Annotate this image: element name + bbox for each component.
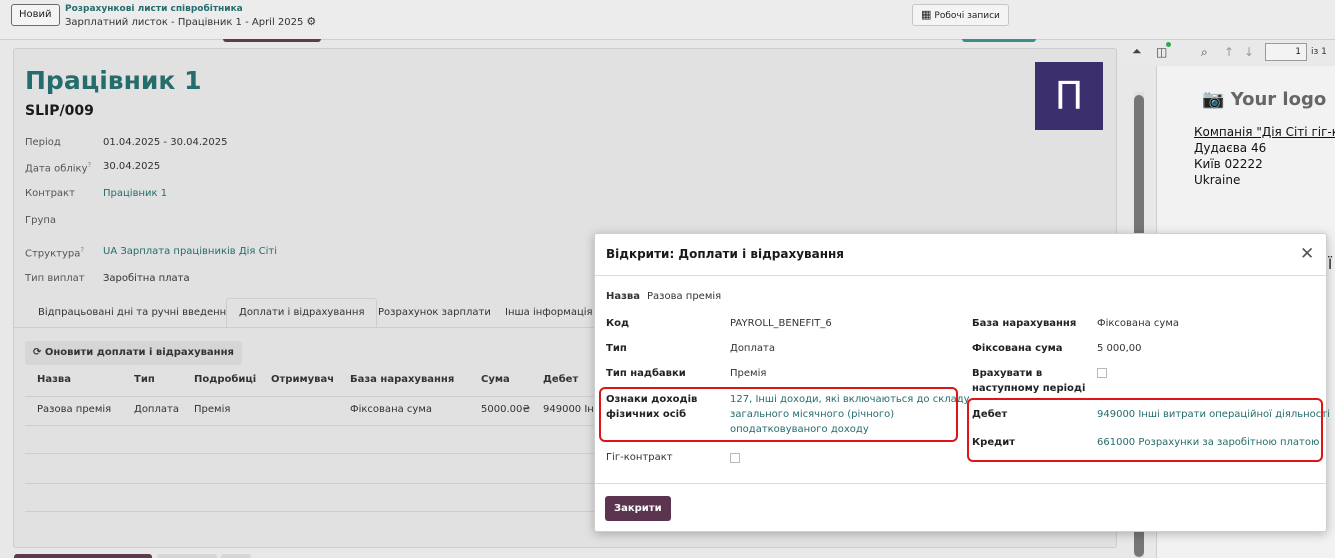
work-entries-label: Робочі записи — [934, 11, 1000, 21]
contract-link[interactable]: Працівник 1 — [103, 188, 167, 199]
company-country: Ukraine — [1194, 173, 1241, 187]
tab-worked-days[interactable]: Відпрацьовані дні та ручні введення — [25, 298, 245, 327]
column-header-name[interactable]: Назва — [37, 374, 71, 385]
column-header-base[interactable]: База нарахування — [350, 374, 454, 385]
bottom-secondary-button[interactable] — [157, 554, 217, 558]
company-name: Компанія "Дія Сіті гіг-ко — [1194, 125, 1335, 139]
new-button[interactable]: Новий — [11, 4, 60, 26]
structure-label-text: Структура — [25, 248, 81, 260]
period-value[interactable]: 01.04.2025 - 30.04.2025 — [103, 137, 227, 148]
highlight-income-sign — [599, 387, 958, 442]
gear-icon[interactable]: ⚙ — [306, 15, 316, 28]
highlight-accounts — [967, 398, 1323, 462]
table-cell-details[interactable]: Премія — [194, 404, 230, 415]
bottom-secondary-button-2[interactable] — [221, 554, 251, 558]
next-period-label-line1: Врахувати в — [972, 368, 1043, 379]
fixed-amount-value[interactable]: 5 000,00 — [1097, 341, 1142, 356]
table-cell-type[interactable]: Доплата — [134, 404, 179, 415]
calendar-icon: ▦ — [921, 8, 932, 21]
dialog-header-divider — [595, 275, 1326, 276]
column-header-amount[interactable]: Сума — [481, 374, 510, 385]
column-header-recipient[interactable]: Отримувач — [271, 374, 334, 385]
close-dialog-button[interactable]: Закрити — [605, 496, 671, 521]
gig-contract-label: Гіг-контракт — [606, 452, 673, 463]
help-icon[interactable]: ? — [88, 161, 92, 169]
work-entries-button[interactable]: ▦ Робочі записи — [912, 4, 1009, 26]
accounting-date-label-text: Дата обліку — [25, 163, 88, 175]
search-icon[interactable]: ⌕ — [1201, 45, 1208, 60]
breadcrumb-current: Зарплатний листок - Працівник 1 - April … — [65, 15, 316, 28]
table-cell-name[interactable]: Разова премія — [37, 404, 111, 415]
structure-link[interactable]: UA Зарплата працівників Дія Сіті — [103, 246, 277, 257]
column-header-details[interactable]: Подробиці — [194, 374, 256, 385]
table-cell-amount[interactable]: 5000.00₴ — [481, 404, 530, 415]
accounting-date-label: Дата обліку? — [25, 161, 91, 174]
allowance-type-value[interactable]: Премія — [730, 366, 766, 381]
code-value[interactable]: PAYROLL_BENEFIT_6 — [730, 316, 832, 331]
column-header-type[interactable]: Тип — [134, 374, 155, 385]
name-value[interactable]: Разова премія — [647, 289, 721, 304]
allowance-type-label: Тип надбавки — [606, 368, 686, 379]
breadcrumb-current-label: Зарплатний листок - Працівник 1 - April … — [65, 17, 304, 28]
dialog-footer-divider — [595, 483, 1326, 484]
next-period-label-line2: наступному періоді — [972, 383, 1086, 394]
refresh-allowances-button[interactable]: ⟳ Оновити доплати і відрахування — [25, 341, 242, 365]
contract-label: Контракт — [25, 188, 75, 199]
column-header-debit[interactable]: Дебет — [543, 374, 578, 385]
code-label: Код — [606, 318, 630, 329]
breadcrumb-parent-link[interactable]: Розрахункові листи співробітника — [65, 4, 243, 14]
structure-label: Структура? — [25, 246, 84, 259]
payment-type-value[interactable]: Заробітна плата — [103, 273, 190, 284]
base-value[interactable]: Фіксована сума — [1097, 316, 1179, 331]
company-city: Київ 02222 — [1194, 157, 1263, 171]
camera-icon: 📷 — [1202, 89, 1225, 110]
avatar[interactable]: П — [1035, 62, 1103, 130]
close-icon[interactable]: ✕ — [1300, 245, 1314, 263]
period-label: Період — [25, 137, 61, 148]
company-logo: 📷 Your logo — [1202, 89, 1326, 110]
upload-icon[interactable]: ⏶ — [1132, 44, 1142, 59]
page-total: із 1 — [1311, 47, 1327, 57]
status-button-edge-2[interactable] — [962, 39, 1036, 42]
refresh-icon: ⟳ — [33, 347, 45, 358]
name-label: Назва — [606, 289, 640, 304]
logo-text: Your logo — [1230, 89, 1327, 110]
dialog-title: Відкрити: Доплати і відрахування — [606, 247, 845, 261]
type-value[interactable]: Доплата — [730, 341, 775, 356]
allowance-dialog — [594, 233, 1327, 532]
company-address: Компанія "Дія Сіті гіг-ко Дудаєва 46 Киї… — [1194, 124, 1335, 188]
name-label-text: Назва — [606, 291, 641, 302]
tab-other-info[interactable]: Інша інформація — [492, 298, 606, 327]
next-period-label: Врахувати в наступному періоді — [972, 366, 1085, 396]
status-dot — [1166, 42, 1171, 47]
accounting-date-value[interactable]: 30.04.2025 — [103, 161, 160, 172]
bottom-action-button[interactable] — [14, 554, 152, 558]
base-label: База нарахування — [972, 318, 1077, 329]
company-street: Дудаєва 46 — [1194, 141, 1267, 155]
payment-type-label: Тип виплат — [25, 273, 85, 284]
slip-number: SLIP/009 — [25, 103, 94, 119]
page-number-input[interactable]: 1 — [1265, 43, 1307, 61]
arrow-down-icon[interactable]: ↓ — [1244, 45, 1254, 59]
fixed-amount-label: Фіксована сума — [972, 343, 1063, 354]
arrow-up-icon[interactable]: ↑ — [1224, 45, 1234, 59]
tab-salary-computation[interactable]: Розрахунок зарплати — [365, 298, 504, 327]
cut-off-text: Ї — [1328, 257, 1333, 273]
employee-name: Працівник 1 — [25, 66, 202, 95]
help-icon[interactable]: ? — [80, 246, 84, 254]
type-label: Тип — [606, 343, 627, 354]
panel-icon[interactable]: ◫ — [1156, 45, 1167, 59]
tab-allowances[interactable]: Доплати і відрахування — [226, 298, 378, 327]
status-button-edge[interactable] — [223, 39, 321, 42]
next-period-checkbox[interactable] — [1097, 368, 1107, 378]
refresh-allowances-label: Оновити доплати і відрахування — [44, 347, 234, 358]
gig-contract-checkbox[interactable] — [730, 453, 740, 463]
group-label: Група — [25, 215, 57, 226]
table-cell-base[interactable]: Фіксована сума — [350, 404, 432, 415]
